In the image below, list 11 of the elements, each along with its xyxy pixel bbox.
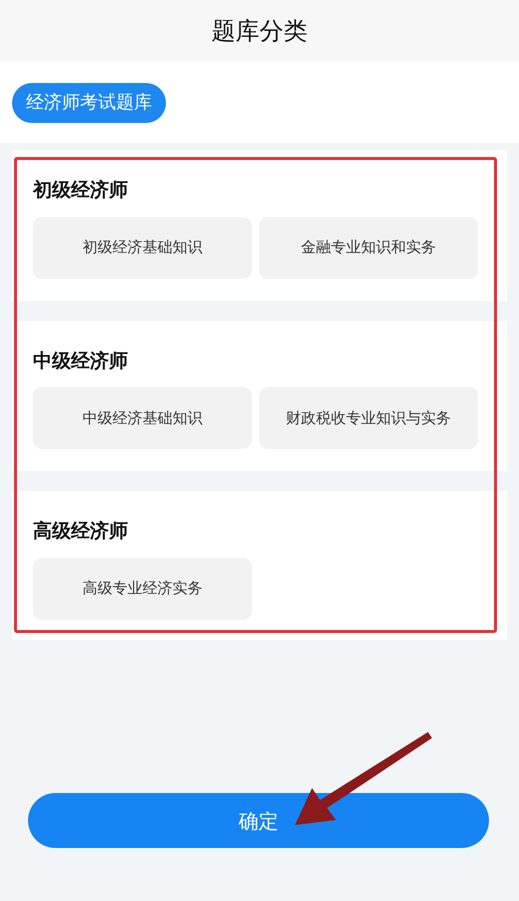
group-title: 高级经济师	[33, 519, 129, 544]
subject-option[interactable]: 高级专业经济实务	[33, 558, 252, 620]
subject-option[interactable]: 初级经济基础知识	[33, 216, 252, 278]
confirm-button[interactable]: 确定	[28, 793, 489, 848]
subject-option[interactable]: 中级经济基础知识	[33, 387, 252, 449]
subject-option[interactable]: 财政税收专业知识与实务	[259, 387, 478, 449]
group-title: 初级经济师	[33, 178, 129, 203]
subject-option[interactable]: 金融专业知识和实务	[259, 216, 478, 278]
page-title: 题库分类	[212, 16, 308, 47]
category-tab[interactable]: 经济师考试题库	[12, 82, 166, 122]
group-title: 中级经济师	[33, 348, 129, 374]
